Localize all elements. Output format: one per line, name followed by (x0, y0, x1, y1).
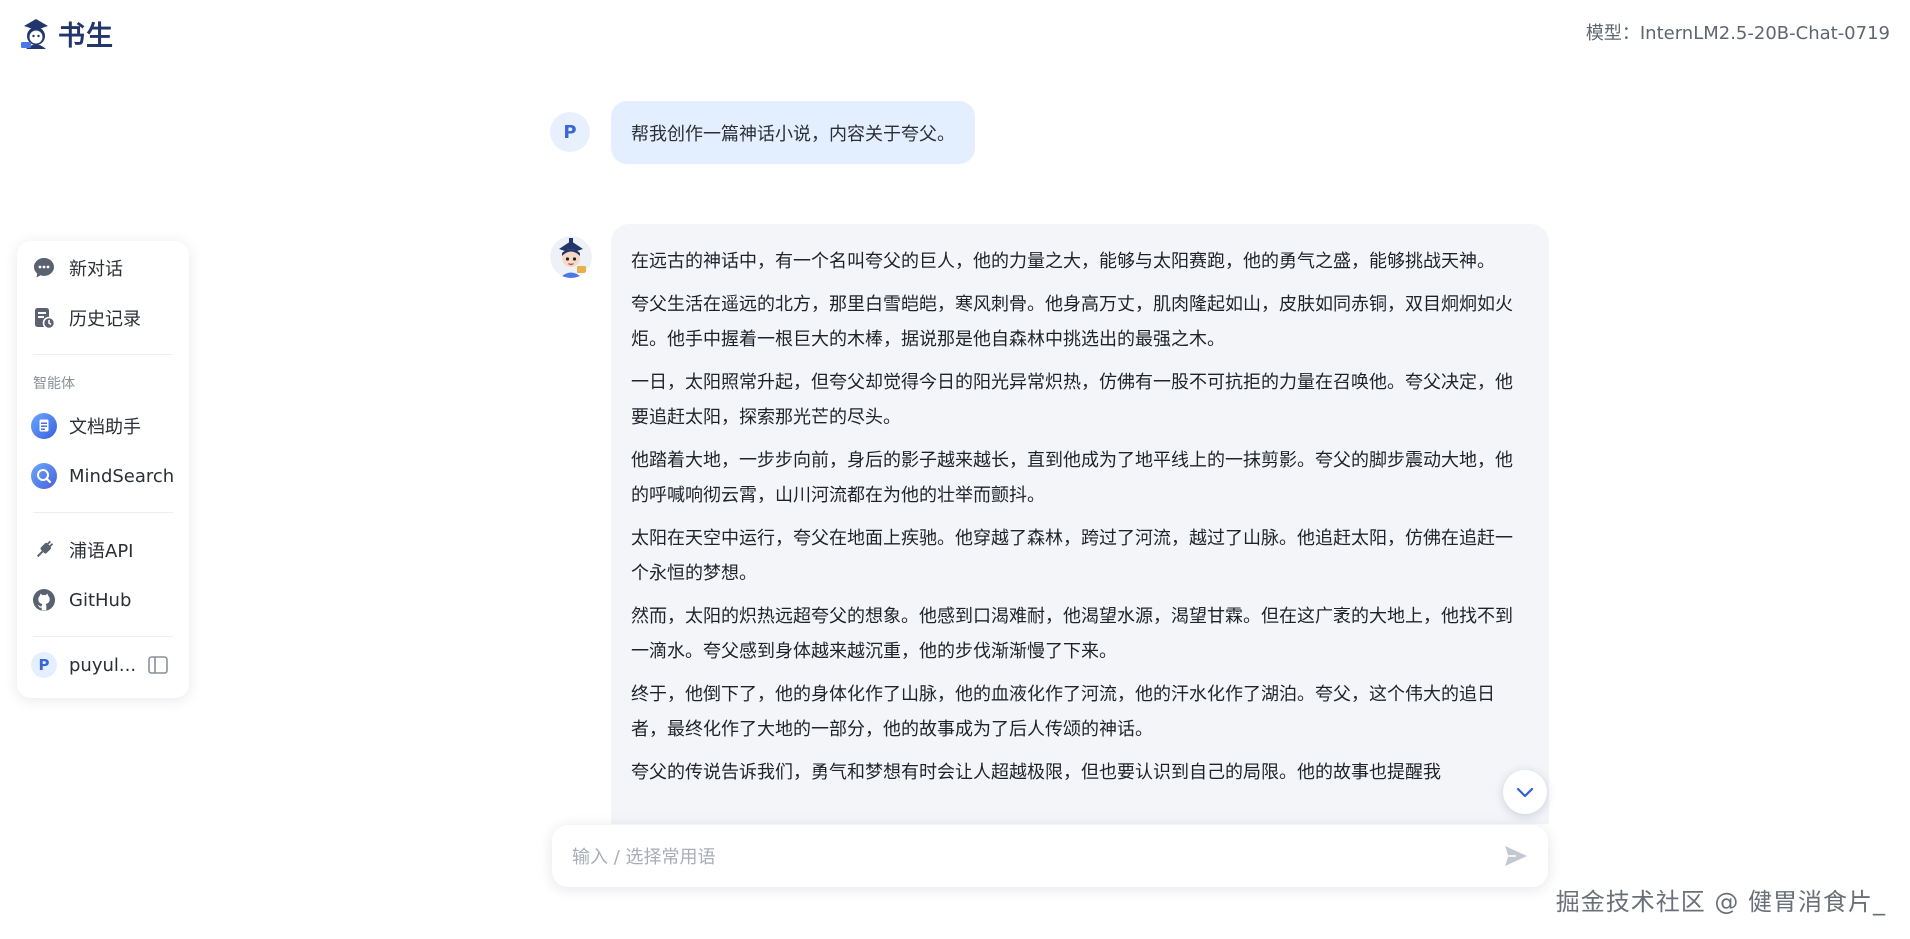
sidebar-item-label: GitHub (69, 589, 132, 611)
message-input[interactable] (570, 838, 1454, 876)
history-icon (31, 305, 57, 331)
assistant-message-bubble: 在远古的神话中，有一个名叫夸父的巨人，他的力量之大，能够与太阳赛跑，他的勇气之盛… (611, 224, 1549, 824)
assistant-paragraph: 然而，太阳的炽热远超夸父的想象。他感到口渴难耐，他渴望水源，渴望甘霖。但在这广袤… (631, 606, 1513, 662)
app-logo[interactable]: 书生 (18, 14, 114, 53)
sidebar-divider (33, 354, 173, 355)
scroll-to-bottom-button[interactable] (1503, 770, 1547, 814)
sidebar-item-history[interactable]: 历史记录 (31, 300, 141, 336)
app-page: 书生 模型：InternLM2.5-20B-Chat-0719 新对话 历史记录… (0, 0, 1910, 939)
assistant-paragraph: 在远古的神话中，有一个名叫夸父的巨人，他的力量之大，能够与太阳赛跑，他的勇气之盛… (631, 251, 1495, 272)
sidebar-item-label: 新对话 (69, 259, 123, 280)
scholar-logo-icon (21, 18, 48, 49)
plug-icon (31, 537, 57, 563)
user-avatar: P (31, 652, 57, 678)
logo-text: 书生 (58, 21, 114, 52)
sidebar-collapse-icon (148, 656, 168, 674)
chat-bubble-icon (31, 255, 57, 281)
watermark: 掘金技术社区 @ 健胃消食片_ (1555, 888, 1886, 916)
sidebar-item-label: MindSearch (69, 465, 175, 487)
assistant-paragraph: 夸父生活在遥远的北方，那里白雪皑皑，寒风刺骨。他身高万丈，肌肉隆起如山，皮肤如同… (631, 294, 1513, 350)
github-icon (31, 587, 57, 613)
user-profile[interactable]: P puyul... (31, 647, 136, 683)
sidebar-item-label: 文档助手 (69, 417, 141, 438)
user-message-avatar: P (550, 112, 590, 152)
assistant-paragraph: 终于，他倒下了，他的身体化作了山脉，他的血液化作了河流，他的汗水化作了湖泊。夸父… (631, 684, 1495, 740)
sidebar-item-label: 历史记录 (69, 309, 141, 330)
search-icon (31, 463, 57, 489)
sidebar-item-mindsearch[interactable]: MindSearch (31, 458, 174, 494)
send-icon (1505, 846, 1527, 866)
sidebar-item-github[interactable]: GitHub (31, 582, 131, 618)
sidebar-section-agents: 智能体 (33, 376, 75, 392)
assistant-paragraph: 一日，太阳照常升起，但夸父却觉得今日的阳光异常炽热，仿佛有一股不可抗拒的力量在召… (631, 372, 1513, 428)
assistant-message-text: 在远古的神话中，有一个名叫夸父的巨人，他的力量之大，能够与太阳赛跑，他的勇气之盛… (611, 224, 1549, 790)
assistant-paragraph: 太阳在天空中运行，夸父在地面上疾驰。他穿越了森林，跨过了河流，越过了山脉。他追赶… (631, 528, 1513, 584)
send-button[interactable] (1502, 842, 1530, 870)
user-name: puyul... (69, 654, 137, 676)
model-label: 模型：InternLM2.5-20B-Chat-0719 (1585, 23, 1890, 44)
sidebar-item-doc-assistant[interactable]: 文档助手 (31, 408, 141, 444)
scholar-avatar-icon (550, 236, 592, 278)
sidebar: 新对话 历史记录 智能体 文档助手 MindSearch 浦语API GitHu… (17, 241, 189, 698)
sidebar-divider (33, 636, 173, 637)
document-icon (31, 413, 57, 439)
chevron-down-icon (1516, 787, 1534, 798)
assistant-avatar (550, 236, 592, 278)
sidebar-divider (33, 512, 173, 513)
user-message-text: 帮我创作一篇神话小说，内容关于夸父。 (631, 123, 955, 145)
assistant-paragraph: 夸父的传说告诉我们，勇气和梦想有时会让人超越极限，但也要认识到自己的局限。他的故… (631, 762, 1441, 783)
sidebar-collapse-button[interactable] (147, 654, 169, 676)
assistant-paragraph: 他踏着大地，一步步向前，身后的影子越来越长，直到他成为了地平线上的一抹剪影。夸父… (631, 450, 1513, 506)
user-message-bubble: 帮我创作一篇神话小说，内容关于夸父。 (611, 101, 975, 164)
sidebar-item-label: 浦语API (69, 541, 134, 562)
sidebar-item-new-chat[interactable]: 新对话 (31, 250, 123, 286)
sidebar-item-api[interactable]: 浦语API (31, 532, 133, 568)
message-composer (552, 825, 1548, 887)
